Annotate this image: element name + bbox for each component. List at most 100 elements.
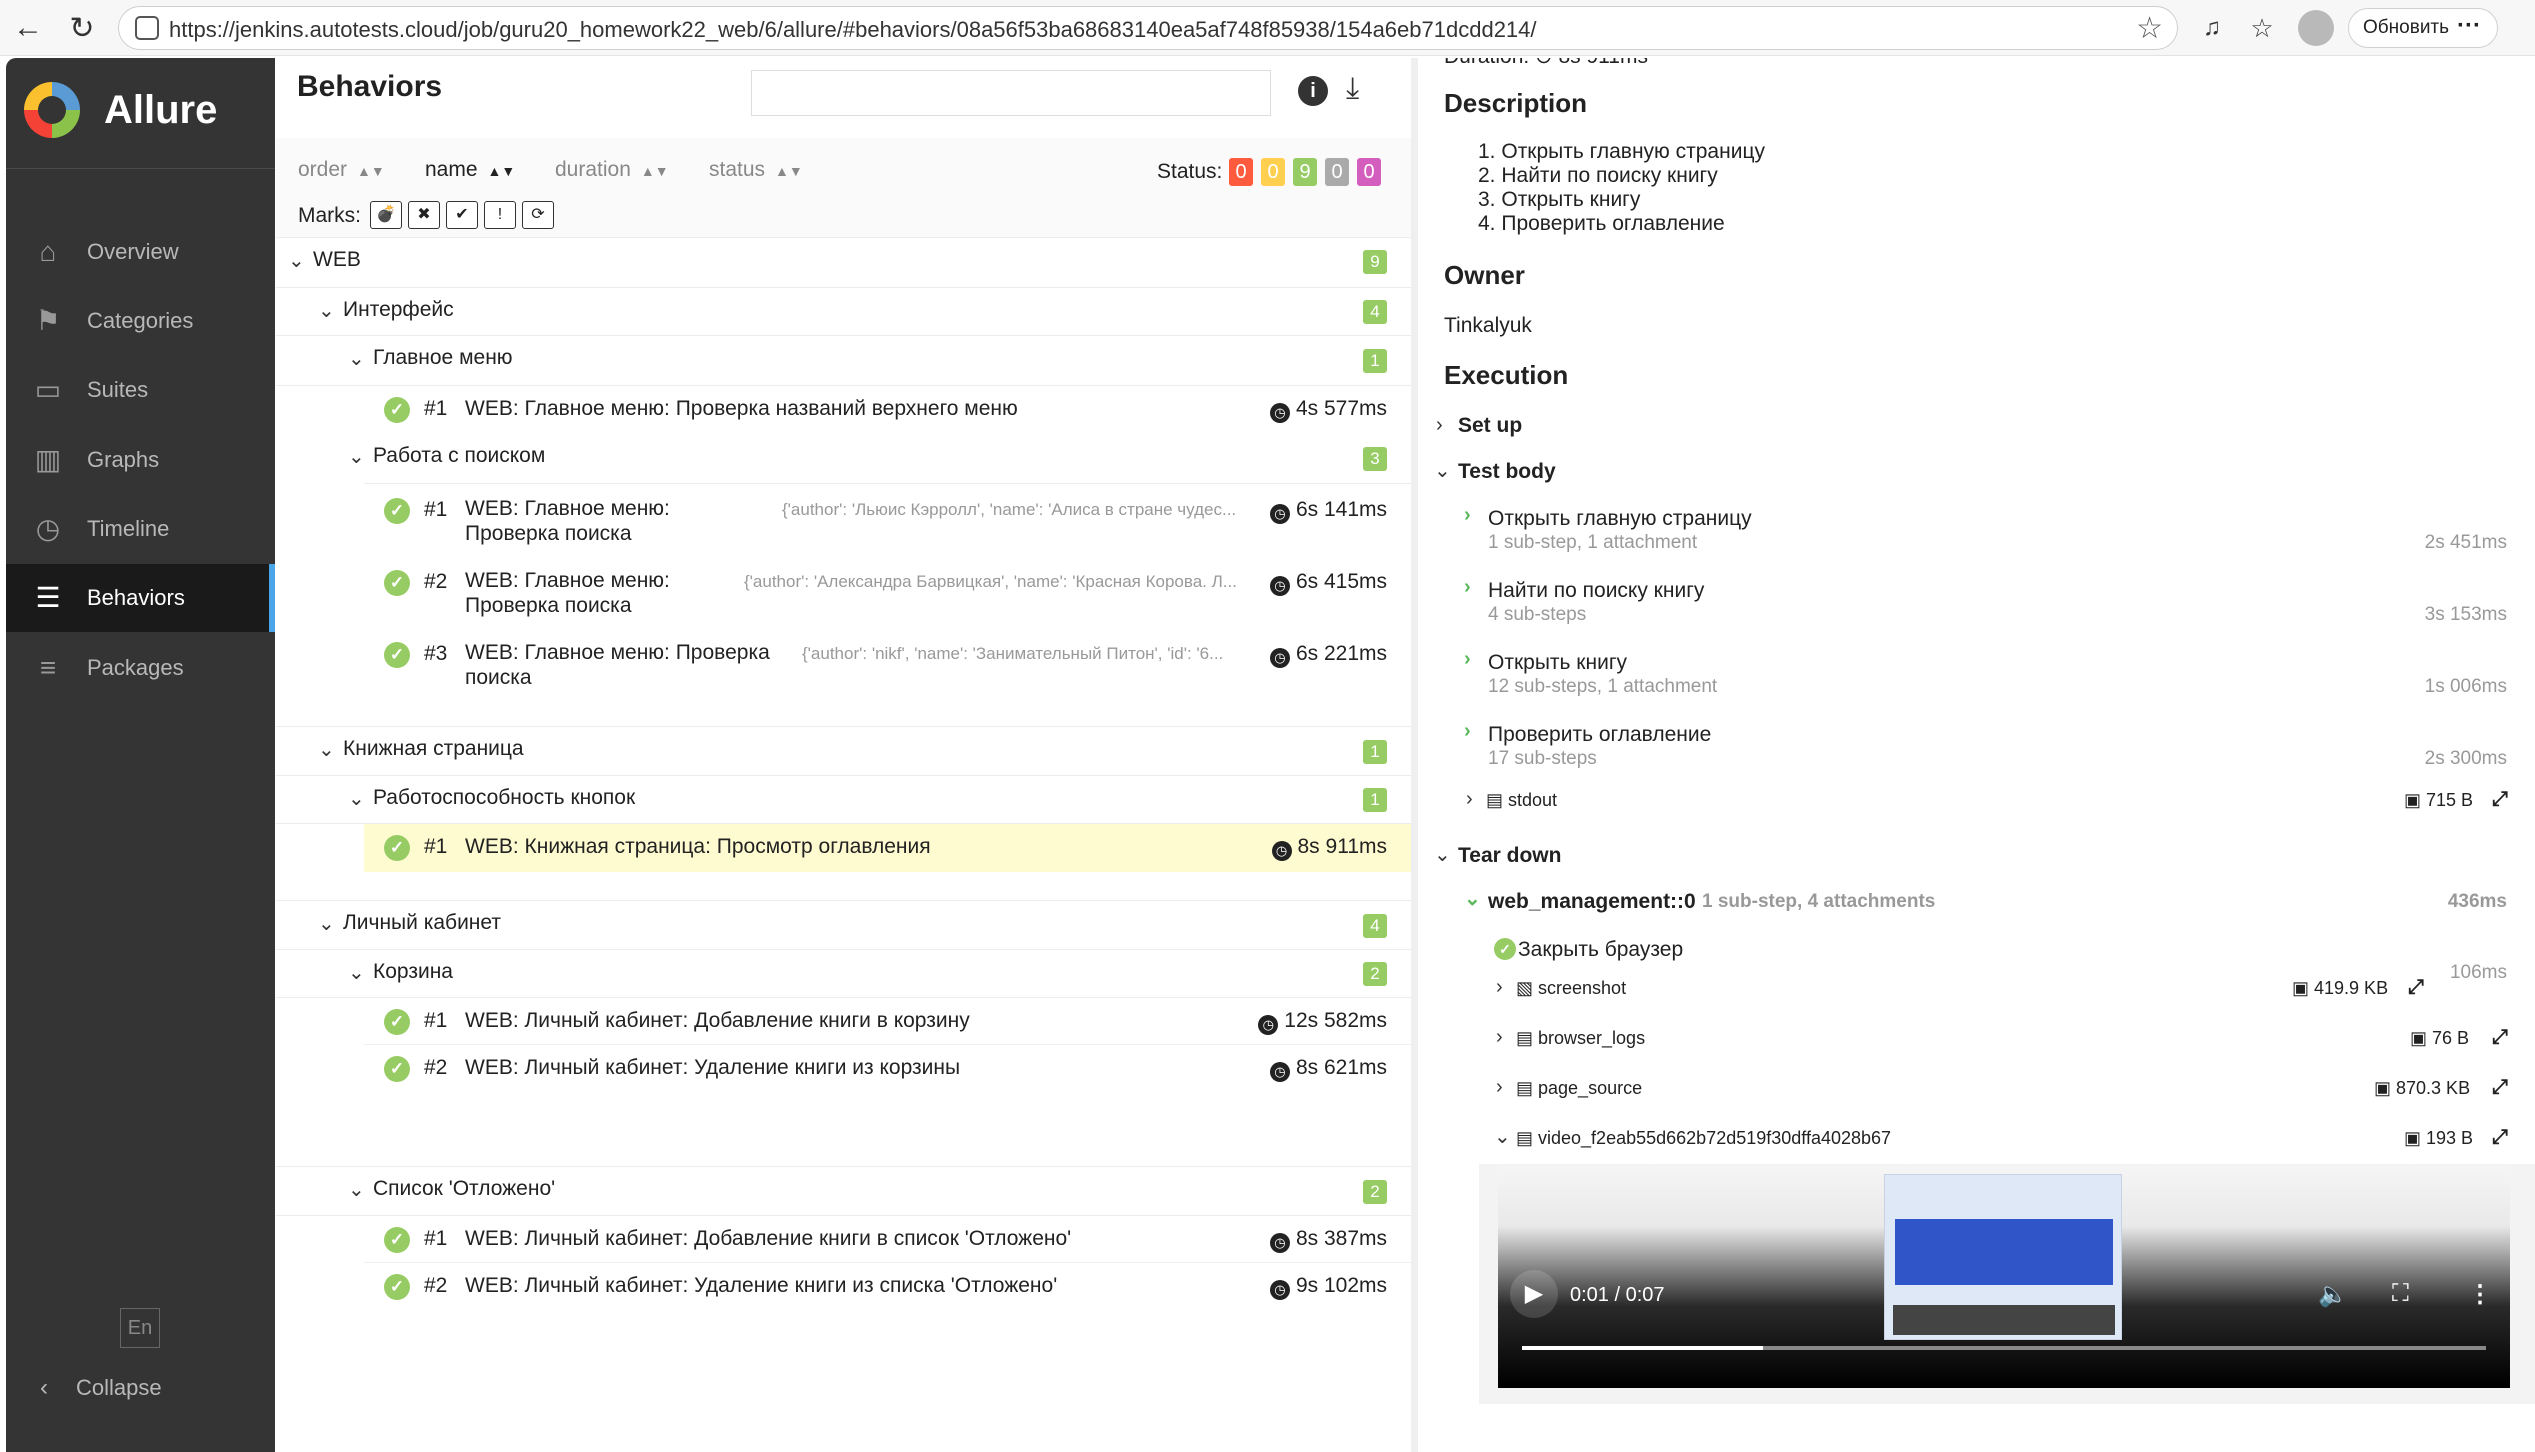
chevron-right-icon[interactable]: › bbox=[1464, 720, 1471, 743]
site-info-icon[interactable] bbox=[135, 16, 159, 40]
sidebar-item-timeline[interactable]: ◷ Timeline bbox=[6, 495, 275, 563]
group-row[interactable]: ⌄ Работоспособность кнопок 1 bbox=[276, 776, 1411, 824]
group-row[interactable]: ⌄ Интерфейс 4 bbox=[276, 288, 1411, 336]
sort-order[interactable]: order ▲▼ bbox=[298, 158, 385, 182]
test-row[interactable]: ✓ #1 WEB: Личный кабинет: Добавление кни… bbox=[364, 998, 1411, 1045]
step-name[interactable]: Открыть главную страницу bbox=[1488, 507, 1752, 531]
status-passed-toggle[interactable]: 9 bbox=[1293, 158, 1317, 186]
fullscreen-icon[interactable]: ⤢ bbox=[2492, 1126, 2508, 1149]
sidebar-item-suites[interactable]: ▭ Suites bbox=[6, 356, 275, 424]
status-broken-toggle[interactable]: 0 bbox=[1261, 158, 1285, 186]
search-input[interactable] bbox=[751, 70, 1271, 116]
profile-avatar[interactable] bbox=[2298, 10, 2334, 46]
group-row[interactable]: ⌄ Работа с поиском 3 bbox=[348, 434, 1411, 484]
fullscreen-icon[interactable]: ⤢ bbox=[2492, 1026, 2508, 1049]
sort-duration[interactable]: duration ▲▼ bbox=[555, 158, 669, 182]
url-text[interactable]: https://jenkins.autotests.cloud/job/guru… bbox=[169, 17, 1537, 43]
favorites-icon[interactable]: ☆ bbox=[2244, 10, 2280, 46]
sidebar-item-label: Overview bbox=[87, 239, 179, 264]
chevron-right-icon[interactable]: › bbox=[1464, 648, 1471, 671]
chevron-down-icon: ⌄ bbox=[348, 348, 365, 370]
more-options-icon[interactable]: ⋮ bbox=[2468, 1280, 2492, 1309]
sidebar-item-categories[interactable]: ⚑ Categories bbox=[6, 287, 275, 355]
attachment-size-value: 715 B bbox=[2426, 790, 2474, 810]
fullscreen-icon[interactable]: ⤢ bbox=[2492, 1076, 2508, 1099]
sidebar-item-graphs[interactable]: ▥ Graphs bbox=[6, 426, 275, 494]
chevron-right-icon[interactable]: › bbox=[1496, 976, 1503, 999]
fullscreen-icon[interactable]: ⤢ bbox=[2408, 976, 2424, 999]
sidebar-item-packages[interactable]: ≡ Packages bbox=[6, 634, 275, 702]
new-failed-mark-icon[interactable]: ✖ bbox=[408, 201, 440, 229]
group-row[interactable]: ⌄ Книжная страница 1 bbox=[276, 726, 1411, 776]
test-row[interactable]: ✓ #3 WEB: Главное меню: Проверка поиска … bbox=[364, 628, 1411, 700]
chevron-right-icon[interactable]: › bbox=[1466, 788, 1473, 811]
chevron-right-icon[interactable]: › bbox=[1496, 1026, 1503, 1049]
language-switch[interactable]: En bbox=[120, 1308, 160, 1348]
attachment-item[interactable]: ▤ video_f2eab55d662b72d519f30dffa4028b67 bbox=[1516, 1128, 1891, 1149]
attachment-item[interactable]: ▤ page_source bbox=[1516, 1078, 1642, 1099]
bookmark-star-icon[interactable]: ☆ bbox=[2136, 11, 2163, 46]
test-row[interactable]: ✓ #2 WEB: Личный кабинет: Удаление книги… bbox=[364, 1263, 1411, 1310]
step-name[interactable]: Закрыть браузер bbox=[1518, 938, 1683, 962]
sort-status[interactable]: status ▲▼ bbox=[709, 158, 803, 182]
status-unknown-toggle[interactable]: 0 bbox=[1357, 158, 1381, 186]
test-row[interactable]: ✓ #1 WEB: Главное меню: Проверка названи… bbox=[364, 386, 1411, 434]
test-body-section[interactable]: Test body bbox=[1458, 460, 1556, 484]
fullscreen-icon[interactable]: ⛶ bbox=[2392, 1280, 2409, 1308]
attachment-item[interactable]: ▤ stdout bbox=[1486, 790, 1557, 811]
step-name[interactable]: Проверить оглавление bbox=[1488, 723, 1711, 747]
fixture-name[interactable]: web_management::0 bbox=[1488, 890, 1696, 914]
sidebar-item-behaviors[interactable]: ☰ Behaviors bbox=[6, 564, 275, 632]
video-progress-bar[interactable] bbox=[1522, 1346, 2486, 1350]
test-row[interactable]: ✓ #1 WEB: Главное меню: Проверка поиска … bbox=[364, 484, 1411, 556]
address-bar[interactable]: https://jenkins.autotests.cloud/job/guru… bbox=[118, 6, 2178, 50]
step-name[interactable]: Открыть книгу bbox=[1488, 651, 1627, 675]
retries-mark-icon[interactable]: ⟳ bbox=[522, 201, 554, 229]
video-player[interactable]: ▶ 0:01 / 0:07 🔈 ⛶ ⋮ bbox=[1498, 1166, 2510, 1388]
group-row[interactable]: ⌄ WEB 9 bbox=[276, 238, 1411, 288]
play-icon[interactable]: ▶ bbox=[1510, 1270, 1558, 1318]
update-button[interactable]: Обновить ··· bbox=[2348, 8, 2498, 48]
group-row[interactable]: ⌄ Корзина 2 bbox=[276, 950, 1411, 998]
fullscreen-icon[interactable]: ⤢ bbox=[2492, 788, 2508, 811]
clock-icon: ◷ bbox=[1269, 1280, 1290, 1300]
test-row[interactable]: ✓ #2 WEB: Главное меню: Проверка поиска … bbox=[364, 556, 1411, 628]
info-icon[interactable]: i bbox=[1298, 76, 1328, 106]
chevron-down-icon[interactable]: ⌄ bbox=[1434, 842, 1451, 867]
new-broken-mark-icon[interactable]: ! bbox=[484, 201, 516, 229]
chevron-right-icon[interactable]: › bbox=[1436, 414, 1443, 437]
step-name[interactable]: Найти по поиску книгу bbox=[1488, 579, 1704, 603]
test-row-selected[interactable]: ✓ #1 WEB: Книжная страница: Просмотр огл… bbox=[364, 824, 1411, 872]
test-row[interactable]: ✓ #2 WEB: Личный кабинет: Удаление книги… bbox=[364, 1045, 1411, 1092]
chevron-down-icon[interactable]: ⌄ bbox=[1464, 886, 1481, 911]
collapse-button[interactable]: ‹ Collapse bbox=[40, 1374, 162, 1402]
chevron-down-icon[interactable]: ⌄ bbox=[1434, 458, 1451, 483]
status-failed-toggle[interactable]: 0 bbox=[1229, 158, 1253, 186]
group-row[interactable]: ⌄ Личный кабинет 4 bbox=[276, 900, 1411, 950]
group-row[interactable]: ⌄ Список 'Отложено' 2 bbox=[276, 1166, 1411, 1216]
extensions-icon[interactable]: ♫ bbox=[2194, 10, 2230, 46]
attachment-item[interactable]: ▤ browser_logs bbox=[1516, 1028, 1645, 1049]
sort-name[interactable]: name ▲▼ bbox=[425, 158, 515, 182]
new-passed-mark-icon[interactable]: ✔ bbox=[446, 201, 478, 229]
download-icon[interactable]: ⤓ bbox=[1346, 72, 1359, 106]
setup-section[interactable]: Set up bbox=[1458, 414, 1522, 438]
attachment-item[interactable]: ▧ screenshot bbox=[1516, 978, 1626, 999]
pane-splitter[interactable] bbox=[1411, 58, 1418, 1452]
more-icon[interactable]: ··· bbox=[2457, 7, 2481, 45]
test-row[interactable]: ✓ #1 WEB: Личный кабинет: Добавление кни… bbox=[364, 1216, 1411, 1263]
sidebar-item-overview[interactable]: ⌂ Overview bbox=[6, 218, 275, 286]
chevron-down-icon[interactable]: ⌄ bbox=[1494, 1124, 1511, 1149]
status-skipped-toggle[interactable]: 0 bbox=[1325, 158, 1349, 186]
group-row[interactable]: ⌄ Главное меню 1 bbox=[276, 336, 1411, 386]
passed-check-icon: ✓ bbox=[384, 1274, 410, 1300]
volume-icon[interactable]: 🔈 bbox=[2318, 1280, 2348, 1309]
tear-down-section[interactable]: Tear down bbox=[1458, 844, 1561, 868]
chevron-right-icon[interactable]: › bbox=[1464, 504, 1471, 527]
group-count: 1 bbox=[1363, 349, 1387, 373]
chevron-right-icon[interactable]: › bbox=[1464, 576, 1471, 599]
flaky-mark-icon[interactable]: 💣 bbox=[370, 201, 402, 229]
reload-icon[interactable]: ↻ bbox=[64, 10, 100, 46]
chevron-right-icon[interactable]: › bbox=[1496, 1076, 1503, 1099]
back-icon[interactable]: ← bbox=[10, 10, 46, 46]
